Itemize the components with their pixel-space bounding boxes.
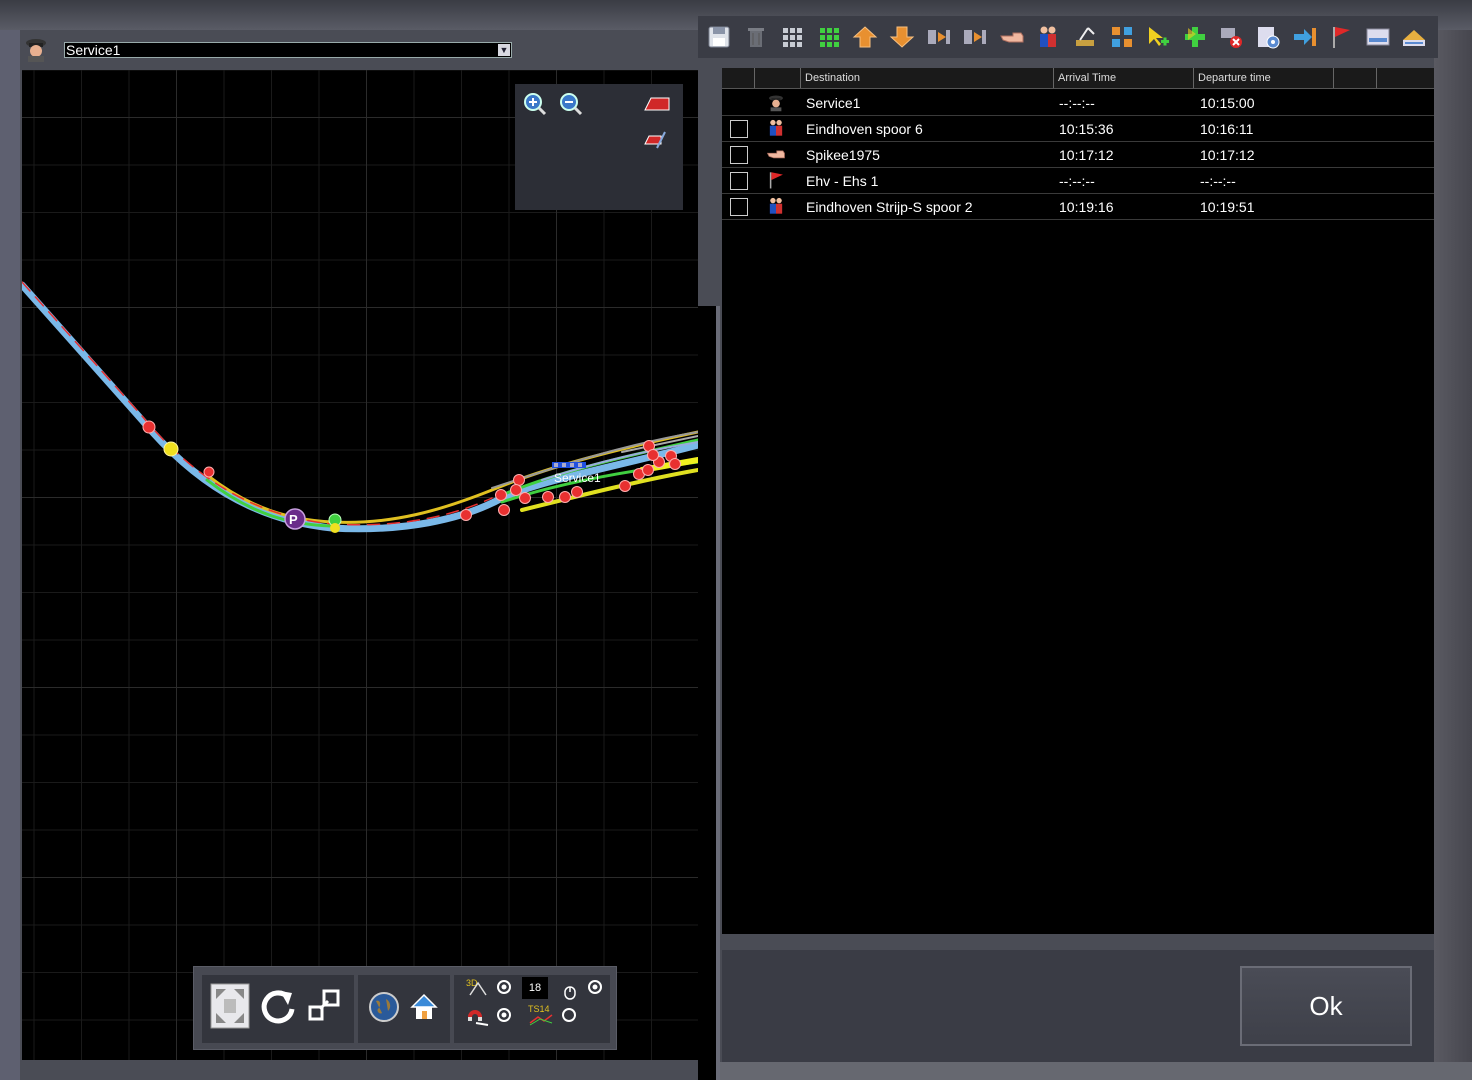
map-tools-panel xyxy=(515,84,683,210)
background-right xyxy=(1434,30,1472,1080)
insert-before-icon[interactable] xyxy=(926,24,952,50)
fit-view-icon[interactable] xyxy=(210,983,250,1029)
hand-pointer-icon[interactable] xyxy=(999,24,1025,50)
hand-pointer-icon xyxy=(766,150,785,159)
3d-view-icon[interactable]: 3D xyxy=(466,977,488,997)
radio-3d-icon[interactable] xyxy=(496,979,512,995)
map-bottom-toolbar: 3D 18 TS14 xyxy=(193,966,617,1050)
service-dropdown[interactable]: Service1 ▼ xyxy=(64,42,512,58)
platform-marker-label: P xyxy=(289,512,298,527)
zoom-in-icon[interactable] xyxy=(523,92,547,116)
column-header-arrival[interactable]: Arrival Time xyxy=(1053,68,1193,88)
add-cursor-icon[interactable] xyxy=(1145,24,1171,50)
row-arrival-time: --:--:-- xyxy=(1059,95,1095,111)
grid-gray-icon[interactable] xyxy=(779,24,805,50)
rotate-icon[interactable] xyxy=(258,985,298,1027)
route-map-canvas: Service1 P xyxy=(22,281,698,533)
table-row[interactable]: Service1 --:--:-- 10:15:00 xyxy=(722,90,1434,116)
grid-green-icon[interactable] xyxy=(816,24,842,50)
ok-button[interactable]: Ok xyxy=(1240,966,1412,1046)
enter-icon[interactable] xyxy=(1292,24,1318,50)
column-header-extra xyxy=(1333,68,1376,88)
row-destination: Ehv - Ehs 1 xyxy=(806,173,879,189)
remove-consist-icon[interactable] xyxy=(1218,24,1244,50)
background-left xyxy=(0,30,20,1080)
radio-magnet-icon[interactable] xyxy=(496,1007,512,1023)
top-toolbar xyxy=(698,16,1438,58)
row-arrival-time: 10:19:16 xyxy=(1059,199,1114,215)
timetable-panel: Destination Arrival Time Departure time … xyxy=(722,68,1434,934)
eraser-icon[interactable] xyxy=(641,92,671,116)
insert-after-icon[interactable] xyxy=(962,24,988,50)
row-arrival-time: --:--:-- xyxy=(1059,173,1095,189)
service-dropdown-value: Service1 xyxy=(66,42,121,58)
row-departure-time: 10:17:12 xyxy=(1200,147,1255,163)
row-departure-time: 10:19:51 xyxy=(1200,199,1255,215)
conductor-icon xyxy=(26,39,46,62)
row-destination: Eindhoven Strijp-S spoor 2 xyxy=(806,199,973,215)
map-divider-edge xyxy=(716,306,720,1080)
row-arrival-time: 10:15:36 xyxy=(1059,121,1114,137)
ts14-icon[interactable]: TS14 xyxy=(528,1003,554,1029)
row-arrival-time: 10:17:12 xyxy=(1059,147,1114,163)
magnet-icon[interactable] xyxy=(464,1005,490,1027)
move-up-icon[interactable] xyxy=(852,24,878,50)
column-header-destination[interactable]: Destination xyxy=(800,68,1053,88)
row-destination: Eindhoven spoor 6 xyxy=(806,121,923,137)
row-checkbox[interactable] xyxy=(730,120,748,138)
radio-mouse-icon[interactable] xyxy=(587,979,603,995)
home-icon[interactable] xyxy=(408,991,440,1023)
row-departure-time: 10:16:11 xyxy=(1200,121,1254,137)
flag-icon xyxy=(769,172,783,189)
counter-display: 18 xyxy=(522,977,548,999)
train-label: Service1 xyxy=(554,471,601,485)
column-header-icon xyxy=(754,68,800,88)
platform-icon[interactable] xyxy=(1401,24,1427,50)
radio-ts14-icon[interactable] xyxy=(561,1007,577,1023)
row-departure-time: 10:15:00 xyxy=(1200,95,1255,111)
passengers-icon xyxy=(769,119,783,136)
coupling-icon[interactable] xyxy=(1109,24,1135,50)
zoom-out-icon[interactable] xyxy=(559,92,583,116)
passengers-icon xyxy=(769,197,783,214)
column-header-departure[interactable]: Departure time xyxy=(1193,68,1333,88)
resize-icon[interactable] xyxy=(306,987,342,1025)
table-header: Destination Arrival Time Departure time xyxy=(722,68,1434,89)
row-checkbox[interactable] xyxy=(730,198,748,216)
add-cross-icon[interactable] xyxy=(1182,24,1208,50)
panel-icon[interactable] xyxy=(1365,24,1391,50)
settings-icon[interactable] xyxy=(1255,24,1281,50)
table-row[interactable]: Eindhoven spoor 6 10:15:36 10:16:11 xyxy=(722,116,1434,142)
row-departure-time: --:--:-- xyxy=(1200,173,1236,189)
eraser-line-icon[interactable] xyxy=(643,128,667,152)
background-bottom xyxy=(720,1062,1472,1080)
flag-icon[interactable] xyxy=(1328,24,1354,50)
row-checkbox[interactable] xyxy=(730,146,748,164)
row-destination: Service1 xyxy=(806,95,861,111)
column-header-extra-2 xyxy=(1376,68,1432,88)
move-down-icon[interactable] xyxy=(889,24,915,50)
table-row[interactable]: Eindhoven Strijp-S spoor 2 10:19:16 10:19:… xyxy=(722,194,1434,220)
label-ts: TS14 xyxy=(528,1004,550,1014)
chevron-down-icon[interactable]: ▼ xyxy=(498,44,510,56)
row-destination: Spikee1975 xyxy=(806,147,880,163)
conductor-icon xyxy=(769,95,783,112)
globe-icon[interactable] xyxy=(368,991,400,1023)
table-row[interactable]: Spikee1975 10:17:12 10:17:12 xyxy=(722,142,1434,168)
trash-icon[interactable] xyxy=(743,24,769,50)
table-row[interactable]: Ehv - Ehs 1 --:--:-- --:--:-- xyxy=(722,168,1434,194)
train-marker[interactable] xyxy=(552,462,586,468)
crane-icon[interactable] xyxy=(1072,24,1098,50)
save-icon[interactable] xyxy=(706,24,732,50)
row-checkbox[interactable] xyxy=(730,172,748,190)
route-map[interactable]: Service1 P xyxy=(22,70,698,1060)
mouse-icon[interactable] xyxy=(562,981,580,1001)
passengers-icon[interactable] xyxy=(1035,24,1061,50)
